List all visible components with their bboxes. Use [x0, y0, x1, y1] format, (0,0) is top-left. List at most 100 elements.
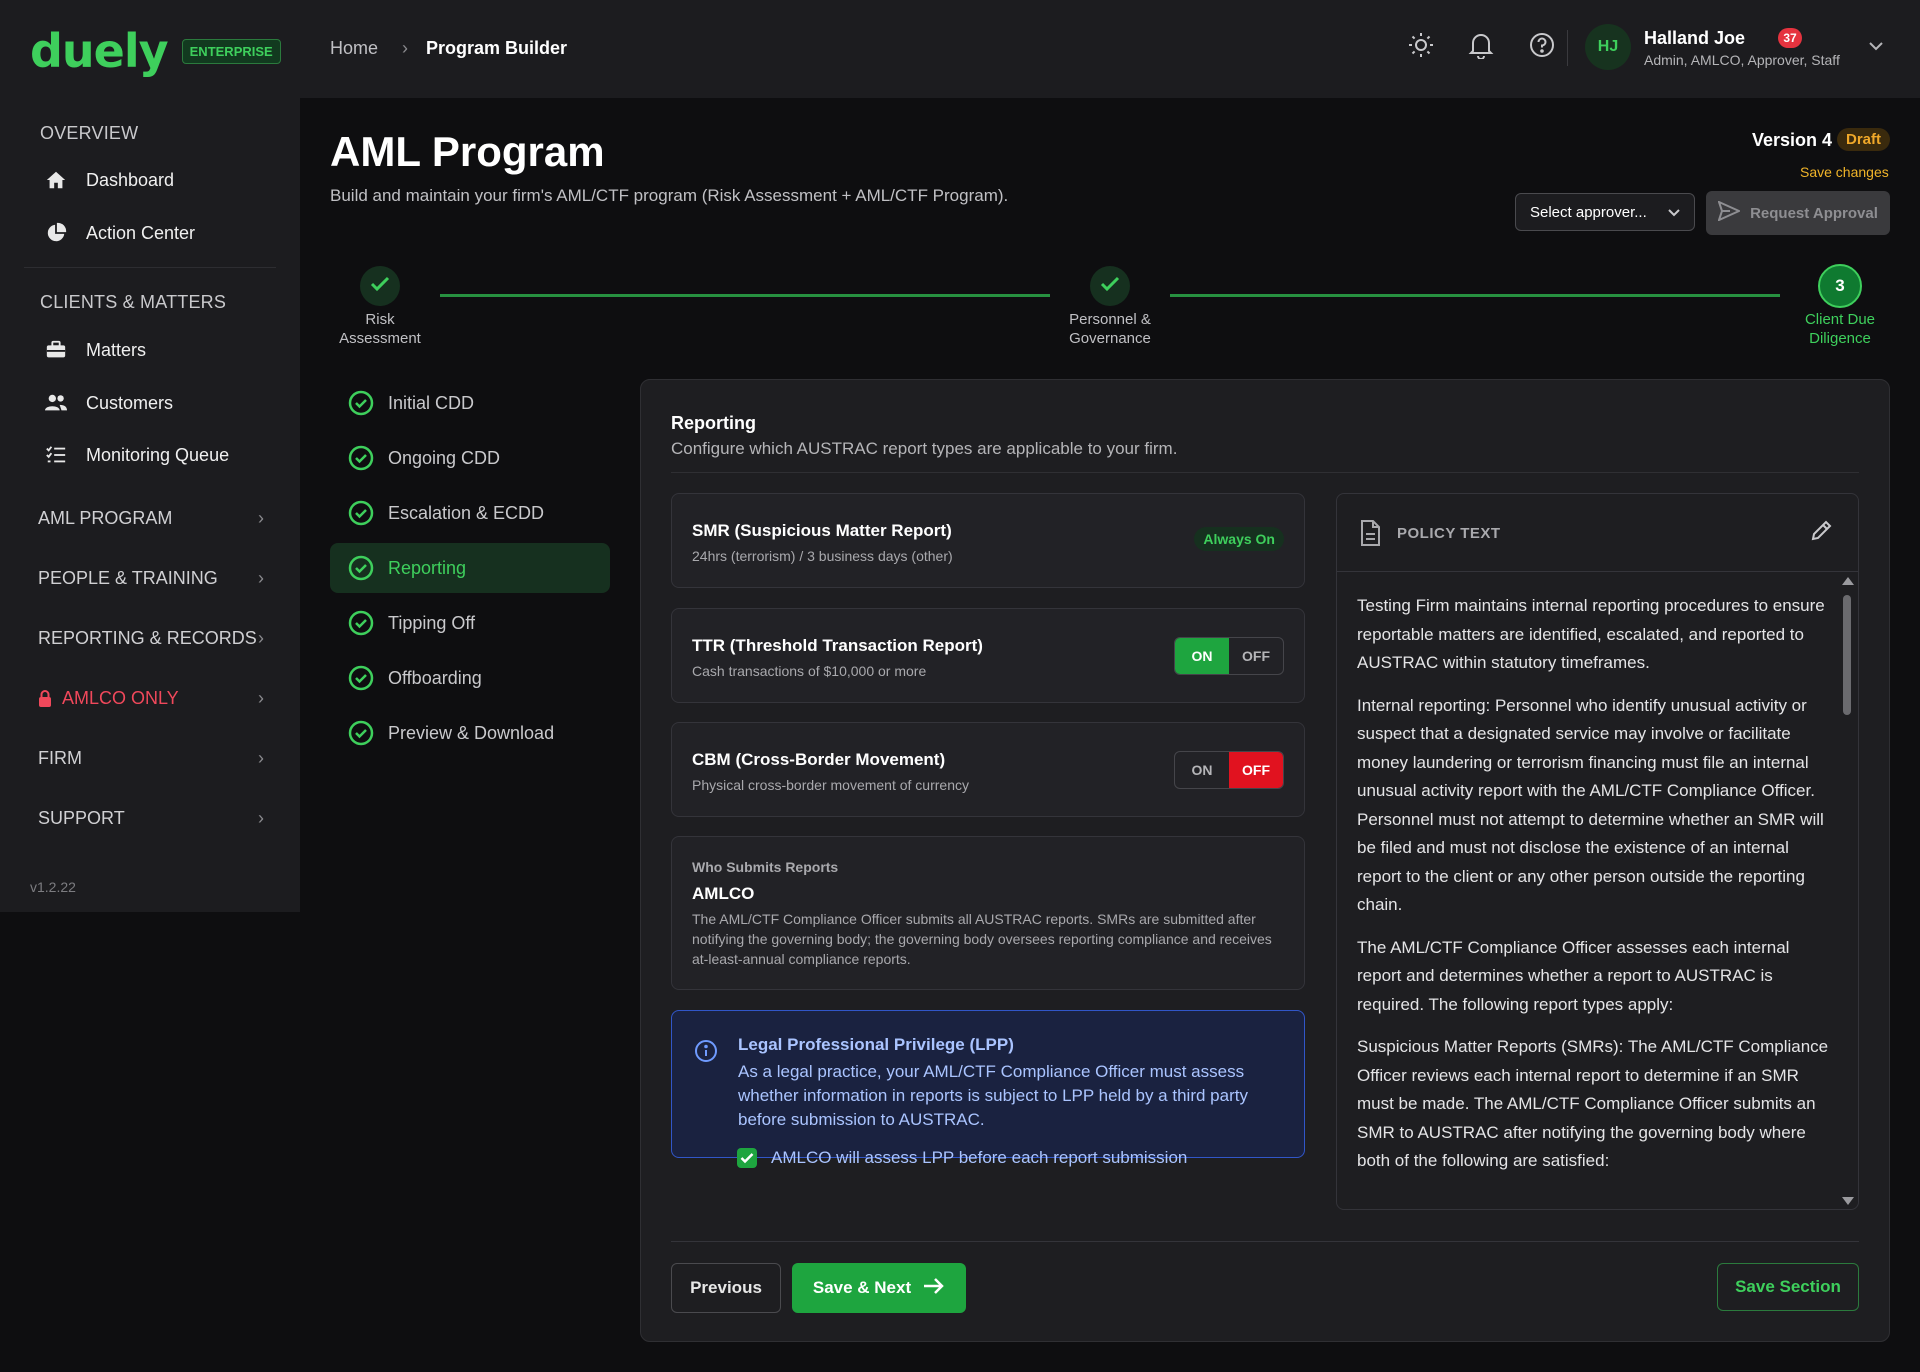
- scroll-up-arrow-icon[interactable]: [1842, 577, 1854, 585]
- approver-select-label: Select approver...: [1530, 203, 1647, 221]
- cbm-toggle[interactable]: ON OFF: [1174, 751, 1284, 789]
- help-icon[interactable]: [1527, 30, 1557, 60]
- toggle-on[interactable]: ON: [1175, 638, 1229, 674]
- check-circle-icon: [348, 610, 374, 636]
- sidebar-item-customers[interactable]: Customers: [44, 391, 173, 415]
- save-next-label: Save & Next: [812, 1278, 912, 1297]
- step-label-line: Assessment: [339, 330, 421, 347]
- section-nav-label: Tipping Off: [388, 612, 476, 633]
- bell-icon[interactable]: [1466, 30, 1496, 60]
- report-type-cbm: CBM (Cross-Border Movement) Physical cro…: [671, 722, 1305, 817]
- ttr-toggle[interactable]: ON OFF: [1174, 637, 1284, 675]
- lpp-checkbox[interactable]: AMLCO will assess LPP before each report…: [737, 1148, 1187, 1168]
- sidebar-item-matters[interactable]: Matters: [44, 338, 146, 362]
- group-label: SUPPORT: [38, 808, 125, 828]
- toggle-on[interactable]: ON: [1175, 752, 1229, 788]
- request-approval-button[interactable]: Request Approval: [1706, 191, 1890, 235]
- check-circle-icon: [348, 390, 374, 416]
- check-icon: [370, 276, 390, 297]
- approver-select[interactable]: Select approver...: [1515, 193, 1695, 231]
- group-label: PEOPLE & TRAINING: [38, 568, 218, 588]
- section-nav-item[interactable]: Preview & Download: [330, 708, 610, 758]
- save-changes-link[interactable]: Save changes: [1800, 164, 1889, 180]
- sun-icon[interactable]: [1406, 30, 1436, 60]
- edit-pencil-icon[interactable]: [1810, 518, 1834, 547]
- sidebar-group-people-training[interactable]: PEOPLE & TRAINING ›: [38, 568, 264, 589]
- version-label: Version 4: [1752, 130, 1833, 150]
- group-label-wrap: AMLCO ONLY: [38, 688, 179, 709]
- logo-text: duely: [30, 24, 169, 78]
- lock-icon: [38, 689, 52, 708]
- breadcrumb-current: Program Builder: [426, 38, 568, 58]
- chevron-down-icon[interactable]: [1868, 38, 1884, 56]
- step-1-label: Risk Assessment: [330, 310, 430, 348]
- divider: [671, 472, 1859, 473]
- policy-paragraph: Testing Firm maintains internal reportin…: [1357, 596, 1825, 672]
- policy-body[interactable]: Testing Firm maintains internal reportin…: [1357, 592, 1831, 1204]
- lpp-notice: Legal Professional Privilege (LPP) As a …: [671, 1010, 1305, 1158]
- card-title: Reporting: [671, 413, 756, 433]
- toggle-off[interactable]: OFF: [1229, 752, 1283, 788]
- briefcase-icon: [44, 338, 68, 362]
- sidebar-group-firm[interactable]: FIRM ›: [38, 748, 264, 769]
- who-submits-value: AMLCO: [692, 884, 755, 903]
- section-nav-item[interactable]: Tipping Off: [330, 598, 610, 648]
- scroll-thumb[interactable]: [1843, 595, 1851, 715]
- sidebar-group-support[interactable]: SUPPORT ›: [38, 808, 264, 829]
- save-next-button[interactable]: Save & Next: [792, 1263, 966, 1313]
- section-nav-label: Reporting: [388, 557, 467, 578]
- sidebar-group-amlco-only[interactable]: AMLCO ONLY ›: [38, 688, 264, 709]
- checkbox-checked-icon[interactable]: [737, 1148, 757, 1168]
- section-nav-item[interactable]: Offboarding: [330, 653, 610, 703]
- previous-button[interactable]: Previous: [671, 1263, 781, 1313]
- topbar: Home › Program Builder 37 HJ Halland Joe…: [300, 0, 1920, 98]
- enterprise-badge: ENTERPRISE: [181, 38, 281, 64]
- save-section-button[interactable]: Save Section: [1717, 1263, 1859, 1311]
- page-subtitle: Build and maintain your firm's AML/CTF p…: [330, 186, 1009, 205]
- check-icon: [1100, 276, 1120, 297]
- pie-chart-icon: [44, 221, 68, 245]
- toggle-off[interactable]: OFF: [1229, 638, 1283, 674]
- section-nav-item[interactable]: Initial CDD: [330, 378, 610, 428]
- chevron-right-icon: ›: [258, 808, 264, 828]
- step-1-circle[interactable]: [360, 266, 400, 306]
- avatar[interactable]: HJ: [1585, 24, 1631, 70]
- always-on-badge: Always On: [1194, 527, 1284, 551]
- policy-label: POLICY TEXT: [1397, 525, 1501, 542]
- user-name[interactable]: Halland Joe: [1644, 28, 1745, 49]
- step-3-circle[interactable]: 3: [1818, 264, 1862, 308]
- sidebar-item-monitoring-queue[interactable]: Monitoring Queue: [44, 443, 229, 467]
- report-type-title: CBM (Cross-Border Movement): [692, 750, 946, 769]
- step-2-circle[interactable]: [1090, 266, 1130, 306]
- section-title-clients: CLIENTS & MATTERS: [40, 292, 227, 312]
- chevron-right-icon: ›: [258, 568, 264, 588]
- document-icon: [1359, 520, 1381, 551]
- scrollbar[interactable]: [1840, 577, 1854, 1205]
- check-circle-icon: [348, 445, 374, 471]
- sidebar-item-dashboard[interactable]: Dashboard: [44, 168, 174, 192]
- sidebar: duely ENTERPRISE OVERVIEW Dashboard Acti…: [0, 0, 300, 912]
- sidebar-item-label: Matters: [86, 339, 147, 360]
- section-nav-item[interactable]: Reporting: [330, 543, 610, 593]
- step-2-label: Personnel & Governance: [1050, 310, 1170, 348]
- user-roles: Admin, AMLCO, Approver, Staff: [1644, 52, 1840, 68]
- lpp-title: Legal Professional Privilege (LPP): [738, 1035, 1014, 1054]
- sidebar-group-reporting-records[interactable]: REPORTING & RECORDS ›: [38, 628, 264, 649]
- scroll-down-arrow-icon[interactable]: [1842, 1197, 1854, 1205]
- breadcrumb-home[interactable]: Home: [330, 38, 378, 59]
- logo[interactable]: duely ENTERPRISE: [30, 28, 281, 74]
- lpp-desc: As a legal practice, your AML/CTF Compli…: [738, 1062, 1248, 1129]
- group-label: FIRM: [38, 748, 82, 768]
- section-nav-item[interactable]: Escalation & ECDD: [330, 488, 610, 538]
- users-icon: [44, 391, 68, 415]
- divider: [671, 1241, 1859, 1242]
- section-nav-item[interactable]: Ongoing CDD: [330, 433, 610, 483]
- reporting-card: Reporting Configure which AUSTRAC report…: [640, 379, 1890, 1342]
- step-3-label: Client Due Diligence: [1780, 310, 1900, 348]
- lpp-checkbox-label: AMLCO will assess LPP before each report…: [771, 1148, 1188, 1167]
- report-type-desc: 24hrs (terrorism) / 3 business days (oth…: [692, 548, 953, 564]
- sidebar-item-action-center[interactable]: Action Center: [44, 221, 195, 245]
- sidebar-group-aml-program[interactable]: AML PROGRAM ›: [38, 508, 264, 529]
- step-label-line: Risk: [365, 311, 395, 328]
- section-title-overview: OVERVIEW: [40, 123, 139, 143]
